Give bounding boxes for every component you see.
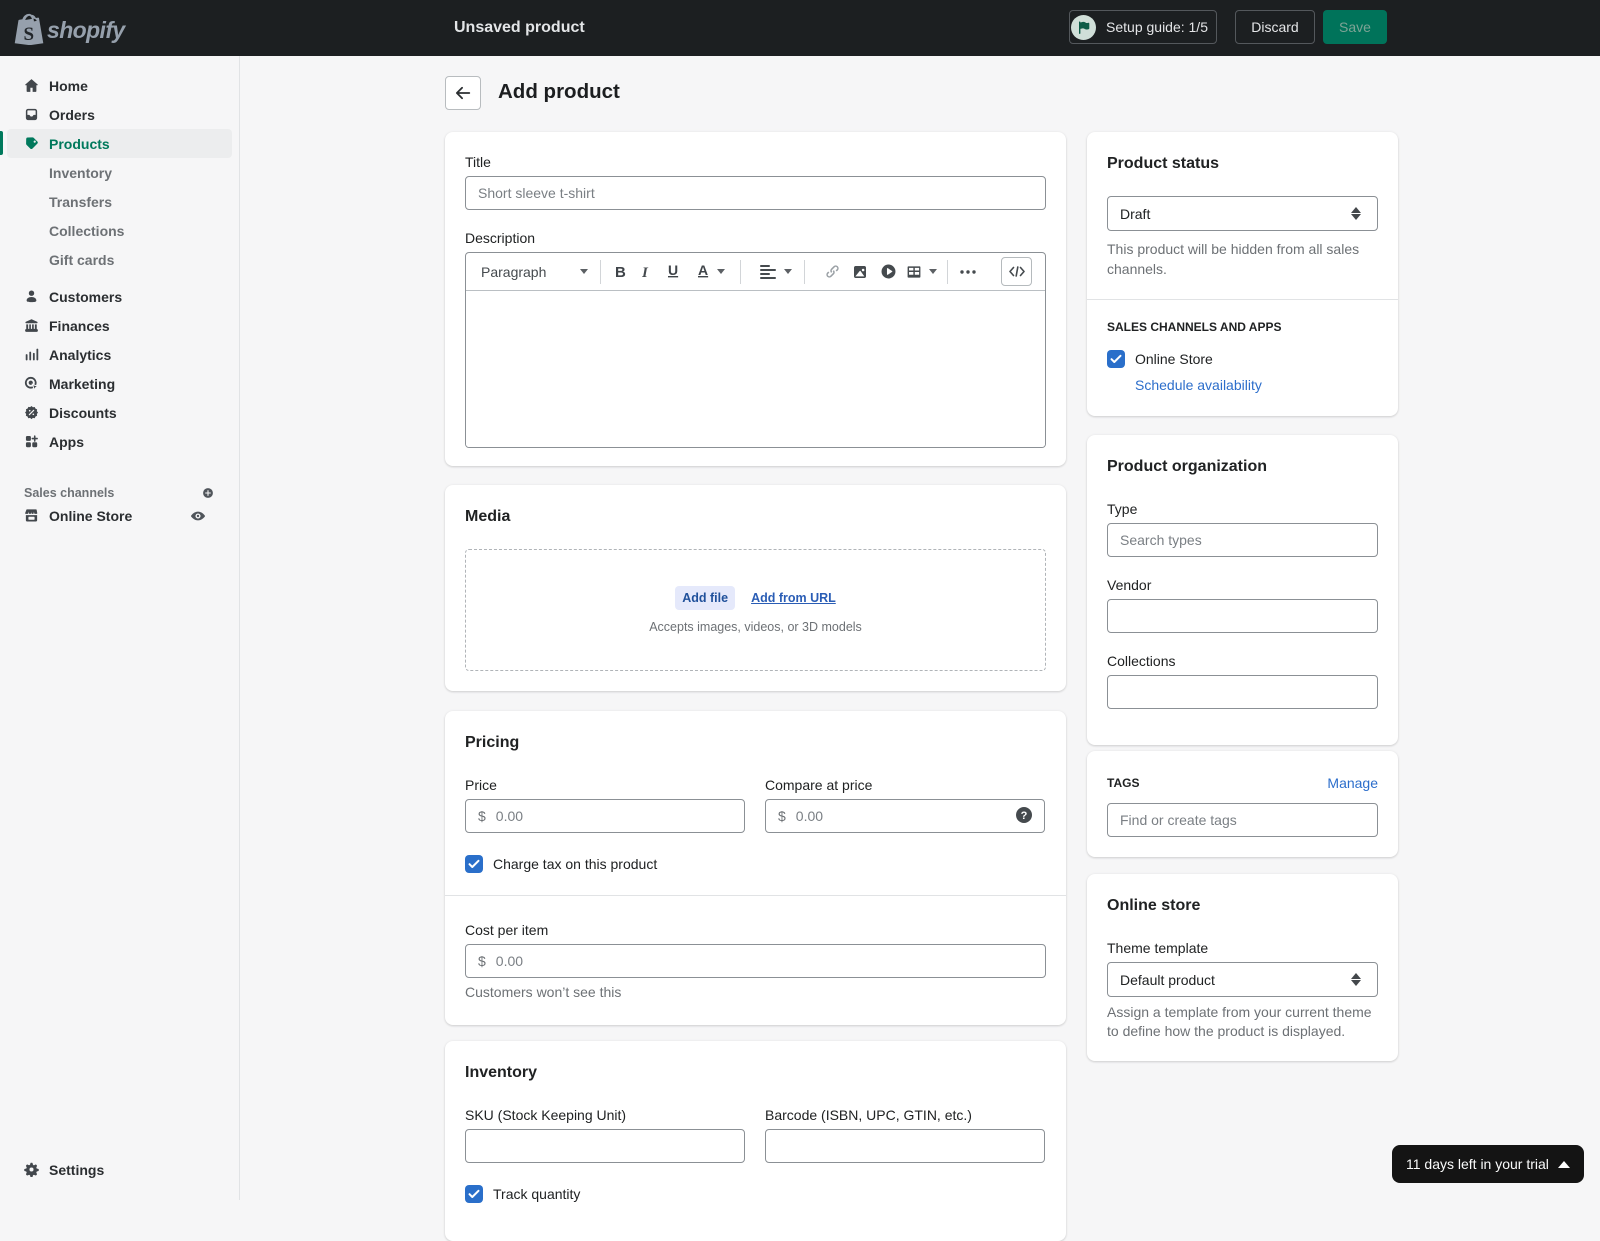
svg-text:shopify: shopify — [47, 17, 126, 43]
svg-text:?: ? — [1021, 810, 1028, 822]
svg-text:S: S — [24, 24, 35, 45]
svg-text:B: B — [615, 264, 626, 280]
svg-text:U: U — [668, 263, 678, 278]
svg-text:A: A — [698, 263, 708, 278]
svg-text:I: I — [642, 265, 649, 279]
